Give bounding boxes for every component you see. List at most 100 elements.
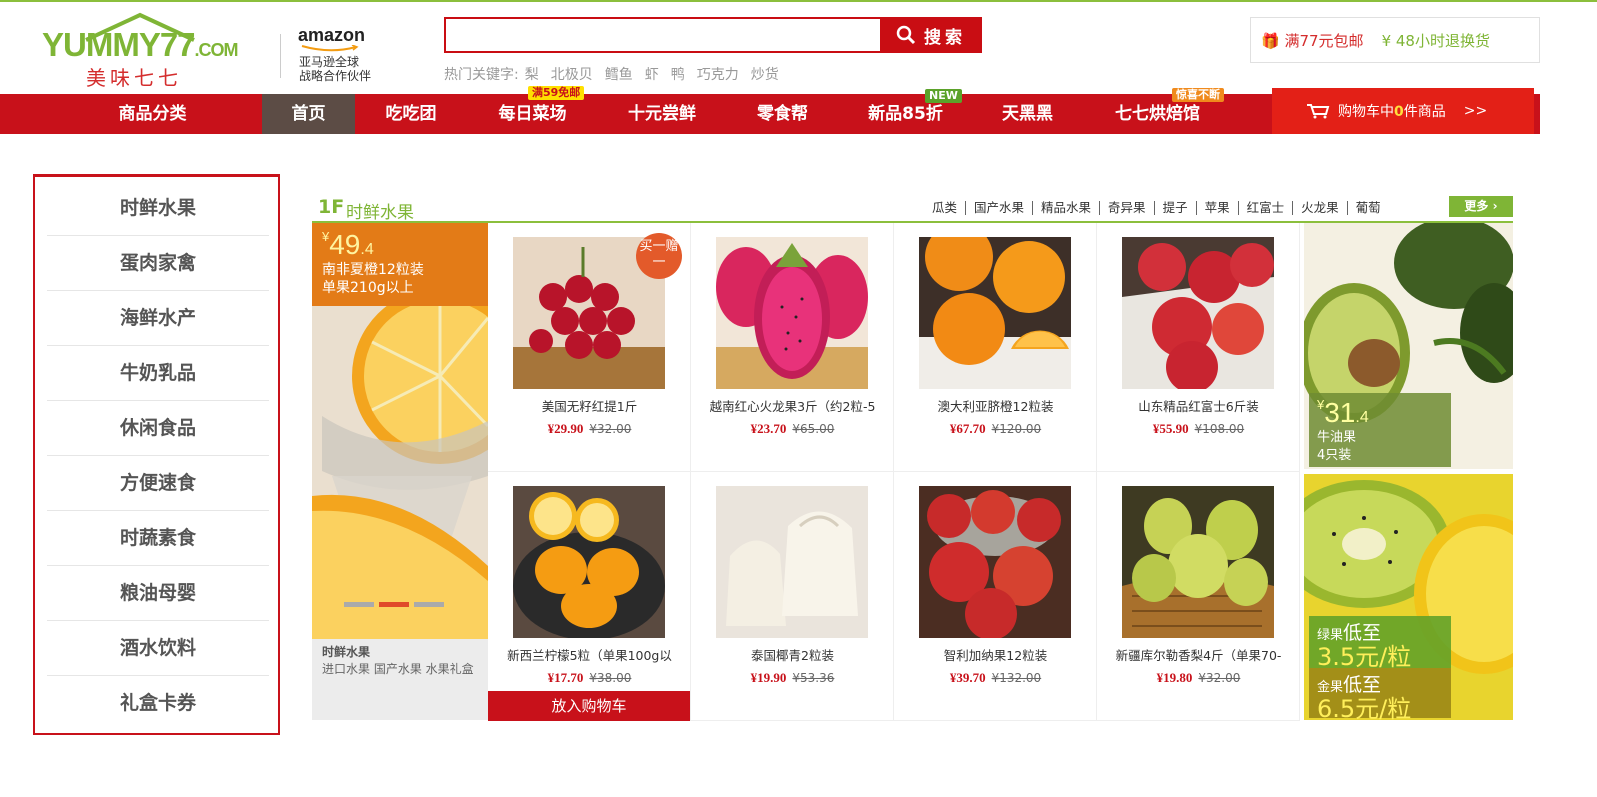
avocado-banner[interactable]: ¥31.4 牛油果 4只装 [1304, 223, 1513, 469]
hot-keyword[interactable]: 虾 [645, 64, 659, 84]
product-card[interactable]: 泰国椰青2粒装 ¥19.90 ¥53.36 [691, 472, 894, 721]
kiwi-banner[interactable]: 绿果低至 3.5元/粒 金果低至 6.5元/粒 [1304, 474, 1513, 720]
sidebar-item[interactable]: 时蔬素食 [47, 511, 269, 566]
product-card[interactable]: 澳大利亚脐橙12粒装 ¥67.70 ¥120.00 [894, 223, 1097, 472]
hot-keyword[interactable]: 鸭 [671, 64, 685, 84]
cart-summary: 购物车中0件商品 [1338, 104, 1446, 120]
product-name[interactable]: 越南红心火龙果3斤（约2粒-5 [697, 396, 888, 415]
gift-icon: 🎁 [1261, 31, 1280, 50]
floor-link[interactable]: 火龙果 [1292, 201, 1347, 215]
right-promo-banners: ¥31.4 牛油果 4只装 绿果低至 3.5元/粒 金果低至 6.5元/粒 [1304, 223, 1513, 720]
floor-link[interactable]: 苹果 [1195, 201, 1238, 215]
cart-button[interactable]: 购物车中0件商品 >> [1272, 88, 1534, 134]
footer-links[interactable]: 进口水果 国产水果 水果礼盒 [322, 661, 474, 678]
floor-link[interactable]: 红富士 [1237, 201, 1293, 215]
product-prices: ¥55.90 ¥108.00 [1152, 421, 1245, 436]
hot-keyword[interactable]: 炒货 [751, 64, 779, 84]
sidebar-item[interactable]: 牛奶乳品 [47, 346, 269, 401]
banner-price: ¥49.4 [322, 229, 374, 260]
product-card[interactable]: 智利加纳果12粒装 ¥39.70 ¥132.00 [894, 472, 1097, 721]
more-button[interactable]: 更多 › [1449, 196, 1513, 217]
nav-category[interactable]: 商品分类 [105, 94, 200, 134]
site-logo[interactable]: YUMMY77.COM 美味七七 [42, 12, 266, 90]
logo-text: YUMMY77.COM [42, 26, 239, 63]
gold-kiwi-price: 6.5元/粒 [1317, 695, 1412, 720]
surprise-badge: 惊喜不断 [1172, 88, 1224, 102]
floor-link[interactable]: 瓜类 [924, 201, 965, 215]
yen-lock-icon: ¥ [1381, 31, 1392, 50]
product-prices: ¥23.70 ¥65.00 [750, 421, 835, 436]
hot-keyword[interactable]: 北极贝 [551, 64, 593, 84]
sidebar-item[interactable]: 粮油母婴 [47, 566, 269, 621]
product-card[interactable]: 买一赠一 美国无籽红提1斤 ¥29.90 ¥32.00 [488, 223, 691, 472]
product-prices: ¥29.90 ¥32.00 [547, 421, 632, 436]
product-image [716, 486, 868, 638]
hot-keyword[interactable]: 鳕鱼 [605, 64, 633, 84]
product-name[interactable]: 澳大利亚脐橙12粒装 [900, 396, 1091, 415]
floor-link[interactable]: 葡萄 [1346, 201, 1389, 215]
search-button[interactable]: 搜索 [880, 17, 982, 53]
search-icon [896, 25, 916, 45]
product-image [1122, 237, 1274, 389]
free-shipping-promo[interactable]: 🎁 满77元包邮 [1261, 30, 1364, 51]
sidebar-item[interactable]: 礼盒卡券 [47, 676, 269, 731]
product-name[interactable]: 新西兰柠檬5粒（单果100g以 [494, 645, 685, 664]
hot-keywords: 热门关键字: 梨 北极贝 鳕鱼 虾 鸭 巧克力 炒货 [444, 64, 779, 84]
sidebar-item[interactable]: 酒水饮料 [47, 621, 269, 676]
orange-image [312, 306, 488, 639]
nav-night[interactable]: 天黑黑 [985, 94, 1070, 134]
add-to-cart-button[interactable]: 放入购物车 [488, 691, 690, 721]
sidebar-item[interactable]: 蛋肉家禽 [47, 236, 269, 291]
nav-group-buy[interactable]: 吃吃团 [365, 94, 457, 134]
nav-daily-market[interactable]: 每日菜场 [480, 94, 585, 134]
search-input[interactable] [446, 19, 881, 51]
floor-link[interactable]: 提子 [1153, 201, 1196, 215]
product-image [1122, 486, 1274, 638]
nav-home[interactable]: 首页 [262, 94, 355, 134]
hot-keywords-label: 热门关键字: [444, 67, 519, 83]
return-promo[interactable]: ¥ 48小时退换货 [1382, 30, 1490, 51]
banner-line-1: 南非夏橙12粒装 [322, 262, 424, 278]
amazon-smile-icon [301, 45, 359, 52]
product-name[interactable]: 智利加纳果12粒装 [900, 645, 1091, 664]
product-image [716, 237, 868, 389]
header-separator [280, 34, 281, 78]
product-prices: ¥19.80 ¥32.00 [1156, 670, 1241, 685]
floor-number: 1F [318, 196, 345, 218]
product-name[interactable]: 泰国椰青2粒装 [697, 645, 888, 664]
top-accent-line [0, 0, 1597, 2]
sidebar-item[interactable]: 时鲜水果 [47, 181, 269, 236]
product-prices: ¥17.70 ¥38.00 [547, 670, 632, 685]
left-banner-footer: 时鲜水果 进口水果 国产水果 水果礼盒 [322, 644, 474, 678]
product-name[interactable]: 新疆库尔勒香梨4斤（单果70- [1103, 645, 1294, 664]
logo-chinese-name: 美味七七 [86, 66, 182, 90]
product-card[interactable]: 山东精品红富士6斤装 ¥55.90 ¥108.00 [1097, 223, 1300, 472]
hot-keyword[interactable]: 梨 [525, 64, 539, 84]
product-card[interactable]: 新西兰柠檬5粒（单果100g以 ¥17.70 ¥38.00 放入购物车 [488, 472, 691, 721]
floor-link[interactable]: 精品水果 [1032, 201, 1099, 215]
sidebar-item[interactable]: 休闲食品 [47, 401, 269, 456]
floor-header: 1F 时鲜水果 瓜类 国产水果 精品水果 奇异果 提子 苹果 红富士 火龙果 葡… [312, 193, 1513, 223]
partner-line-2: 战略合作伙伴 [299, 69, 372, 83]
left-promo-banner[interactable]: ¥49.4 南非夏橙12粒装 单果210g以上 时鲜水果 进口水果 国产水果 水… [312, 223, 488, 720]
sidebar-item[interactable]: 海鲜水产 [47, 291, 269, 346]
product-prices: ¥19.90 ¥53.36 [750, 670, 835, 685]
product-card[interactable]: 越南红心火龙果3斤（约2粒-5 ¥23.70 ¥65.00 [691, 223, 894, 472]
product-image [513, 486, 665, 638]
nav-snacks[interactable]: 零食帮 [735, 94, 830, 134]
product-name[interactable]: 山东精品红富士6斤装 [1103, 396, 1294, 415]
nav-ten-yuan[interactable]: 十元尝鲜 [612, 94, 712, 134]
new-badge: NEW [925, 89, 962, 103]
floor-link[interactable]: 国产水果 [965, 201, 1032, 215]
search-box [444, 17, 881, 53]
partner-logo: amazon [298, 25, 366, 45]
product-card[interactable]: 新疆库尔勒香梨4斤（单果70- ¥19.80 ¥32.00 [1097, 472, 1300, 721]
floor-link[interactable]: 奇异果 [1099, 201, 1154, 215]
green-kiwi-price-box: 绿果低至 3.5元/粒 [1309, 616, 1451, 669]
buy-one-get-one-sticker: 买一赠一 [636, 233, 682, 279]
sidebar-item[interactable]: 方便速食 [47, 456, 269, 511]
product-name[interactable]: 美国无籽红提1斤 [494, 396, 685, 415]
hot-keyword[interactable]: 巧克力 [697, 64, 739, 84]
orange-price-box: ¥49.4 南非夏橙12粒装 单果210g以上 [312, 223, 488, 306]
product-prices: ¥67.70 ¥120.00 [949, 421, 1042, 436]
